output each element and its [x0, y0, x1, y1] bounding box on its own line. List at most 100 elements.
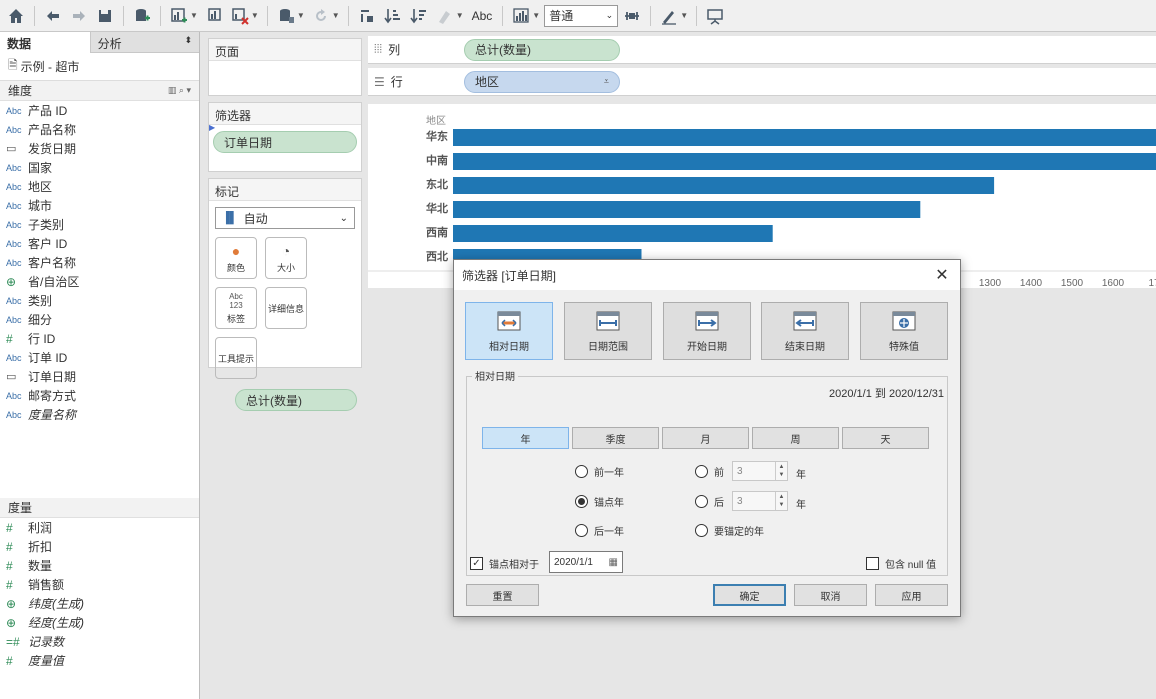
sort-ascending-icon[interactable]: [381, 4, 405, 28]
redo-icon[interactable]: [67, 4, 91, 28]
bar[interactable]: [453, 225, 773, 242]
chevron-down-icon[interactable]: ▼: [532, 11, 540, 20]
field-item[interactable]: # 销售额: [0, 575, 199, 594]
apply-button[interactable]: 应用: [875, 584, 948, 606]
include-null-checkbox[interactable]: [866, 557, 879, 570]
chevron-down-icon[interactable]: ▼: [680, 11, 688, 20]
tab-data[interactable]: 数据: [0, 32, 90, 53]
bar[interactable]: [453, 129, 1156, 146]
field-item[interactable]: Abc 客户名称: [0, 253, 199, 272]
undo-icon[interactable]: [41, 4, 65, 28]
pause-updates-icon[interactable]: [274, 4, 298, 28]
new-worksheet-icon[interactable]: [167, 4, 191, 28]
stepper-arrows-icon[interactable]: ▲ ▼: [775, 462, 787, 480]
detail-button[interactable]: 详细信息: [265, 287, 307, 329]
field-item[interactable]: # 度量值: [0, 651, 199, 670]
field-item[interactable]: # 数量: [0, 556, 199, 575]
field-item[interactable]: Abc 国家: [0, 158, 199, 177]
fit-select[interactable]: 普通 ⌄: [544, 4, 619, 27]
radio-anchor-year[interactable]: [575, 495, 588, 508]
presentation-mode-icon[interactable]: [703, 4, 727, 28]
option-last-n[interactable]: 前: [695, 464, 724, 479]
field-item[interactable]: Abc 订单 ID: [0, 348, 199, 367]
anchor-checkbox[interactable]: ✓: [470, 557, 483, 570]
field-item[interactable]: # 利润: [0, 518, 199, 537]
unit-year-button[interactable]: 年: [482, 427, 569, 449]
field-item[interactable]: ⊕ 经度(生成): [0, 613, 199, 632]
unit-week-button[interactable]: 周: [752, 427, 839, 449]
chevron-down-icon[interactable]: ▼: [251, 11, 259, 20]
datasource-item[interactable]: 🗎 示例 - 超市: [0, 53, 199, 81]
duplicate-sheet-icon[interactable]: [202, 4, 226, 28]
chevron-down-icon[interactable]: ▾: [186, 85, 191, 95]
field-item[interactable]: Abc 细分: [0, 310, 199, 329]
tooltip-button[interactable]: 工具提示: [215, 337, 257, 379]
unit-quarter-button[interactable]: 季度: [572, 427, 659, 449]
field-item[interactable]: ⊕ 纬度(生成): [0, 594, 199, 613]
radio-next-n[interactable]: [695, 495, 708, 508]
sort-descending-icon[interactable]: [407, 4, 431, 28]
radio-year-to-date[interactable]: [695, 524, 708, 537]
home-icon[interactable]: [4, 4, 28, 28]
option-next-year[interactable]: 后一年: [575, 523, 624, 538]
chevron-down-icon[interactable]: ▼: [456, 11, 464, 20]
columns-pill-sum-quantity[interactable]: 总计(数量): [464, 38, 620, 61]
mode-end-date-button[interactable]: 结束日期: [761, 302, 849, 360]
show-mark-labels-button[interactable]: Abc: [468, 9, 497, 23]
field-item[interactable]: # 行 ID: [0, 329, 199, 348]
filter-pill-order-date[interactable]: 订单日期: [213, 131, 357, 153]
chevron-down-icon[interactable]: ▼: [190, 11, 198, 20]
radio-last-n[interactable]: [695, 465, 708, 478]
close-icon[interactable]: ✕: [932, 265, 952, 285]
cancel-button[interactable]: 取消: [794, 584, 867, 606]
field-item[interactable]: Abc 地区: [0, 177, 199, 196]
reset-button[interactable]: 重置: [466, 584, 539, 606]
next-n-stepper[interactable]: 3 ▲ ▼: [732, 491, 788, 511]
field-item[interactable]: =# 记录数: [0, 632, 199, 651]
rows-pill-region[interactable]: 地区 ⩡: [464, 70, 620, 93]
color-button[interactable]: ● 颜色: [215, 237, 257, 279]
chevron-down-icon[interactable]: ▼: [332, 11, 340, 20]
mode-date-range-button[interactable]: 日期范围: [564, 302, 652, 360]
last-n-stepper[interactable]: 3 ▲ ▼: [732, 461, 788, 481]
field-item[interactable]: # 折扣: [0, 537, 199, 556]
option-next-n[interactable]: 后: [695, 494, 724, 509]
option-prev-year[interactable]: 前一年: [575, 464, 624, 479]
field-item[interactable]: ▭ 发货日期: [0, 139, 199, 158]
mode-start-date-button[interactable]: 开始日期: [663, 302, 751, 360]
stepper-arrows-icon[interactable]: ▲ ▼: [775, 492, 787, 510]
radio-next-year[interactable]: [575, 524, 588, 537]
field-item[interactable]: Abc 城市: [0, 196, 199, 215]
highlight-icon[interactable]: [433, 4, 457, 28]
save-icon[interactable]: [93, 4, 117, 28]
mark-type-select[interactable]: ▐▌ 自动 ⌄: [215, 207, 355, 229]
unit-month-button[interactable]: 月: [662, 427, 749, 449]
bar[interactable]: [453, 153, 1156, 170]
option-anchor-year[interactable]: 锚点年: [575, 494, 624, 509]
field-item[interactable]: Abc 子类别: [0, 215, 199, 234]
field-item[interactable]: Abc 邮寄方式: [0, 386, 199, 405]
bar[interactable]: [453, 177, 995, 194]
show-me-chart-icon[interactable]: [509, 4, 533, 28]
tab-analysis[interactable]: 分析 ⬍: [89, 32, 199, 53]
anchor-date-input[interactable]: 2020/1/1 ▦: [549, 551, 623, 573]
clear-sheet-icon[interactable]: [228, 4, 252, 28]
calendar-icon[interactable]: ▦: [609, 557, 618, 568]
fix-axes-icon[interactable]: [620, 4, 644, 28]
new-datasource-icon[interactable]: [130, 4, 154, 28]
field-item[interactable]: Abc 产品名称: [0, 120, 199, 139]
unit-day-button[interactable]: 天: [842, 427, 929, 449]
size-button[interactable]: ◔ 大小: [265, 237, 307, 279]
field-item[interactable]: ⊕ 省/自治区: [0, 272, 199, 291]
chevron-down-icon[interactable]: ▼: [297, 11, 305, 20]
ok-button[interactable]: 确定: [713, 584, 786, 606]
marks-pill-sum-quantity[interactable]: 总计(数量): [235, 389, 357, 411]
field-item[interactable]: Abc 度量名称: [0, 405, 199, 424]
annotate-pen-icon[interactable]: [657, 4, 681, 28]
label-button[interactable]: Abc 123 标签: [215, 287, 257, 329]
field-item[interactable]: Abc 产品 ID: [0, 101, 199, 120]
refresh-icon[interactable]: [309, 4, 333, 28]
option-year-to-date[interactable]: 要锚定的年: [695, 523, 764, 538]
radio-prev-year[interactable]: [575, 465, 588, 478]
view-options-icon[interactable]: ▥: [168, 85, 177, 95]
